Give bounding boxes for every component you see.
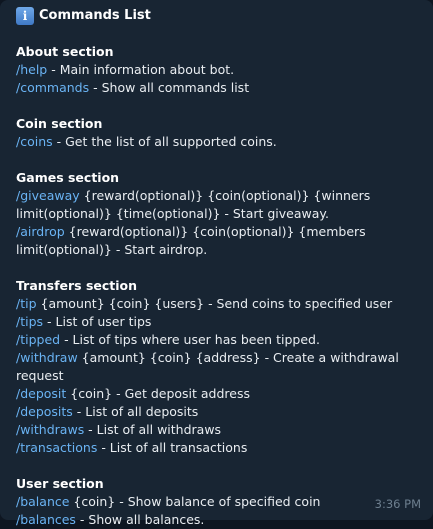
command-line: /airdrop {reward(optional)} {coin(option…: [16, 223, 417, 259]
command-description: {coin} - Get deposit address: [66, 386, 250, 401]
command-link[interactable]: /commands: [16, 80, 89, 95]
message-bubble: i Commands List About section/help - Mai…: [0, 0, 433, 527]
section-title: User section: [16, 476, 104, 491]
command-link[interactable]: /deposits: [16, 404, 73, 419]
message-title: Commands List: [39, 8, 151, 23]
info-icon: i: [16, 7, 34, 25]
command-link[interactable]: /tip: [16, 296, 37, 311]
command-line: /transactions - List of all transactions: [16, 439, 417, 457]
command-description: - Show all commands list: [89, 80, 250, 95]
command-description: - Get the list of all supported coins.: [52, 134, 277, 149]
command-description: - List of all deposits: [72, 404, 199, 419]
command-link[interactable]: /withdraw: [16, 350, 78, 365]
section-title: Transfers section: [16, 278, 138, 293]
command-link[interactable]: /airdrop: [16, 224, 65, 239]
command-line: /coins - Get the list of all supported c…: [16, 133, 417, 151]
command-link[interactable]: /tipped: [16, 332, 60, 347]
message-timestamp: 3:36 PM: [374, 497, 421, 511]
command-line: /tip {amount} {coin} {users} - Send coin…: [16, 295, 417, 313]
command-line: /withdraws - List of all withdraws: [16, 421, 417, 439]
command-section: About section/help - Main information ab…: [16, 43, 417, 97]
command-line: /tipped - List of tips where user has be…: [16, 331, 417, 349]
command-description: {reward(optional)} {coin(optional)} {mem…: [16, 224, 366, 257]
command-line: /withdraw {amount} {coin} {address} - Cr…: [16, 349, 417, 385]
message-header: i Commands List: [16, 7, 417, 25]
section-title: Coin section: [16, 116, 103, 131]
command-section: User section/balance {coin} - Show balan…: [16, 475, 417, 529]
command-description: {coin} - Show balance of specified coin: [69, 494, 321, 509]
command-link[interactable]: /deposit: [16, 386, 66, 401]
command-line: /balance {coin} - Show balance of specif…: [16, 493, 417, 511]
command-description: - List of all withdraws: [84, 422, 222, 437]
command-section: Coin section/coins - Get the list of all…: [16, 115, 417, 151]
command-link[interactable]: /giveaway: [16, 188, 80, 203]
command-link[interactable]: /tips: [16, 314, 43, 329]
command-description: - List of user tips: [43, 314, 152, 329]
command-line: /help - Main information about bot.: [16, 61, 417, 79]
command-link[interactable]: /coins: [16, 134, 53, 149]
command-section: Transfers section/tip {amount} {coin} {u…: [16, 277, 417, 457]
command-sections: About section/help - Main information ab…: [16, 43, 417, 529]
command-section: Games section/giveaway {reward(optional)…: [16, 169, 417, 259]
command-link[interactable]: /balance: [16, 494, 69, 509]
command-link[interactable]: /help: [16, 62, 47, 77]
section-title: Games section: [16, 170, 120, 185]
command-line: /deposit {coin} - Get deposit address: [16, 385, 417, 403]
command-description: - List of tips where user has been tippe…: [60, 332, 320, 347]
section-title: About section: [16, 44, 114, 59]
command-line: /deposits - List of all deposits: [16, 403, 417, 421]
command-description: - List of all transactions: [97, 440, 248, 455]
command-description: - Main information about bot.: [47, 62, 235, 77]
command-link[interactable]: /withdraws: [16, 422, 84, 437]
command-line: /tips - List of user tips: [16, 313, 417, 331]
command-line: /commands - Show all commands list: [16, 79, 417, 97]
command-description: {amount} {coin} {users} - Send coins to …: [36, 296, 393, 311]
command-line: /balances - Show all balances.: [16, 511, 417, 529]
command-link[interactable]: /transactions: [16, 440, 97, 455]
command-line: /giveaway {reward(optional)} {coin(optio…: [16, 187, 417, 223]
